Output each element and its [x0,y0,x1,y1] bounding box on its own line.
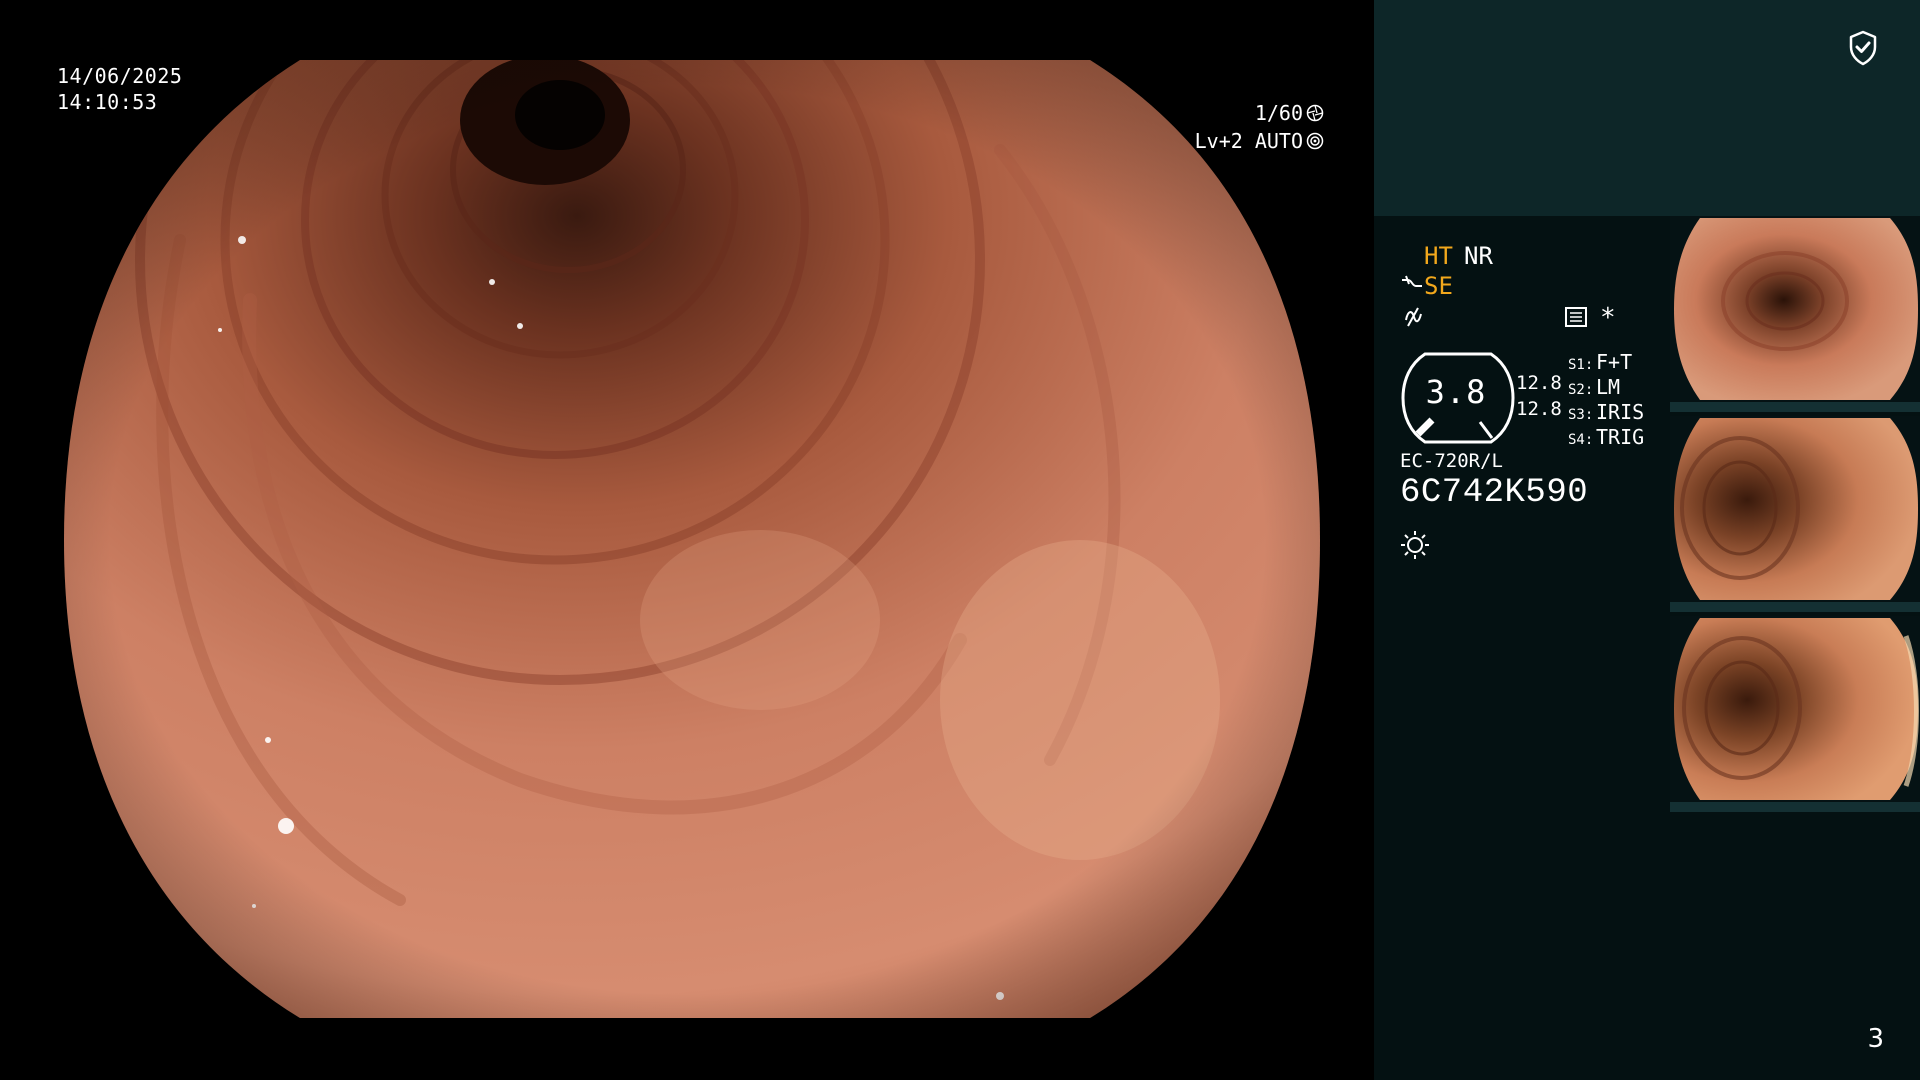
switch-s4: S4: TRIG [1568,425,1644,450]
thumbnail-image [1674,418,1918,600]
page-number: 3 [1867,1024,1884,1054]
shutter-text: 1/60 [1254,101,1303,125]
thumbnail-strip [1670,602,1920,612]
enhancement-left-value: 12.8 [1516,372,1562,394]
endoscope-view: 14/06/2025 14:10:53 1/60 Lv+2 AUTO [0,0,1374,1080]
scope-switch-list: S1: F+T S2: LM S3: IRIS S4: TRIG [1568,350,1644,450]
switch-s1: S1: F+T [1568,350,1644,375]
date-time-overlay: 14/06/2025 14:10:53 [57,63,182,115]
thumbnail[interactable] [1670,616,1920,812]
date-text: 14/06/2025 [57,64,183,88]
thumbnail[interactable] [1670,216,1920,412]
thumbnail[interactable] [1670,416,1920,612]
level-text: Lv+2 AUTO [1194,129,1303,153]
se-mode-label: SE [1424,272,1453,300]
switch-key: S4: [1568,432,1594,448]
exposure-overlay: 1/60 Lv+2 AUTO [1195,99,1324,155]
enhancement-value: 3.8 [1425,373,1487,411]
settings-icon [1306,132,1324,150]
thumbnail-strip [1670,402,1920,412]
switch-s2: S2: LM [1568,375,1644,400]
endoscope-image [64,60,1320,1018]
enhancement-right-value: 12.8 [1516,398,1562,420]
switch-value: TRIG [1596,425,1645,449]
aperture-icon [1306,104,1324,122]
switch-s3: S3: IRIS [1568,400,1644,425]
switch-value: IRIS [1596,400,1645,424]
menu-icon [1565,307,1587,327]
scope-icon [1402,275,1422,287]
scope-serial: 6C742K590 [1400,474,1589,512]
star-indicator: * [1600,303,1616,333]
nr-mode-label: NR [1464,242,1493,270]
ht-mode-label: HT [1424,242,1453,270]
switch-key: S3: [1568,407,1594,423]
light-icon [1401,531,1429,559]
thumbnail-image [1674,618,1919,800]
info-panel-top [1374,0,1920,216]
thumbnail-image [1674,218,1918,400]
frequency-icon [1405,307,1422,327]
time-text: 14:10:53 [57,90,158,114]
processor-settings: HT NR SE * 3.8 12.8 12.8 S1: F+T S2: LM … [1400,240,1670,560]
shield-check-icon [1849,30,1877,66]
scope-model: EC-720R/L [1400,450,1503,472]
switch-key: S2: [1568,382,1594,398]
capture-thumbnails [1670,216,1920,816]
switch-value: LM [1596,375,1621,399]
thumbnail-strip [1670,802,1920,812]
switch-value: F+T [1596,350,1633,374]
switch-key: S1: [1568,357,1594,373]
